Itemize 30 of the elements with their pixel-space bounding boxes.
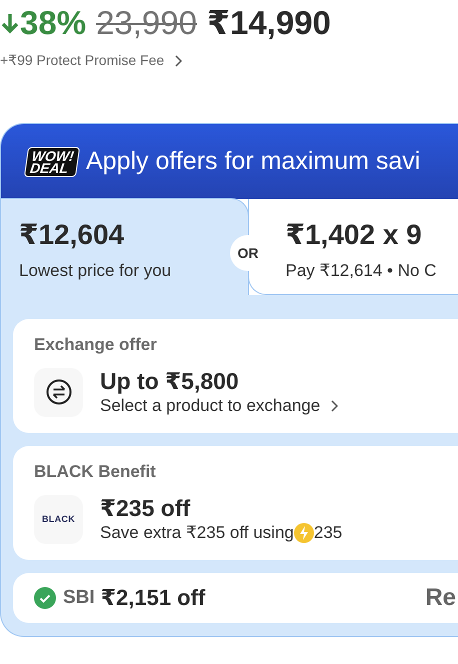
final-price: ₹14,990 <box>207 4 331 42</box>
emi-amount: ₹1,402 x 9 <box>286 219 423 251</box>
emi-caption: Pay ₹12,614 • No C <box>286 261 438 281</box>
offer-action[interactable]: Re <box>425 584 456 611</box>
discount-percent: 38% <box>0 4 86 42</box>
offer-card[interactable]: Exchange offer Up to ₹5,800 Select a product to exchange <box>13 319 458 433</box>
brand-logo: BLACK <box>34 494 83 544</box>
chevron-right-icon <box>174 54 182 66</box>
price-caption: Lowest price for you <box>19 261 172 281</box>
offer-description: Save extra ₹235 off using <box>100 522 294 544</box>
down-arrow-icon <box>0 11 20 35</box>
offer-title: ₹235 off <box>100 494 192 522</box>
bank-name: SBI <box>63 587 95 609</box>
offer-title: Up to ₹5,800 <box>100 367 240 395</box>
offers-title: Apply offers for maximum savi <box>86 147 420 176</box>
price-amount: ₹12,604 <box>19 219 126 251</box>
protect-fee-link[interactable]: +₹99 Protect Promise Fee <box>0 52 458 69</box>
offer-card[interactable]: BLACK Benefit BLACK ₹235 off Save extra ₹235 off using 235 <box>13 446 458 560</box>
check-circle-icon <box>34 587 56 609</box>
lightning-coin-icon <box>294 523 314 543</box>
exchange-icon <box>34 368 83 416</box>
deal-logo: WOW! DEAL <box>24 146 80 176</box>
coin-amount: 235 <box>314 522 342 544</box>
offer-heading: Exchange offer <box>34 335 158 355</box>
offer-heading: BLACK Benefit <box>34 462 157 482</box>
original-price: 23,990 <box>96 4 197 42</box>
offer-title: ₹2,151 off <box>100 585 206 611</box>
chevron-right-icon <box>330 400 338 412</box>
offer-card[interactable]: SBI ₹2,151 off Re <box>13 573 458 623</box>
exchange-link[interactable]: Select a product to exchange <box>100 395 338 417</box>
